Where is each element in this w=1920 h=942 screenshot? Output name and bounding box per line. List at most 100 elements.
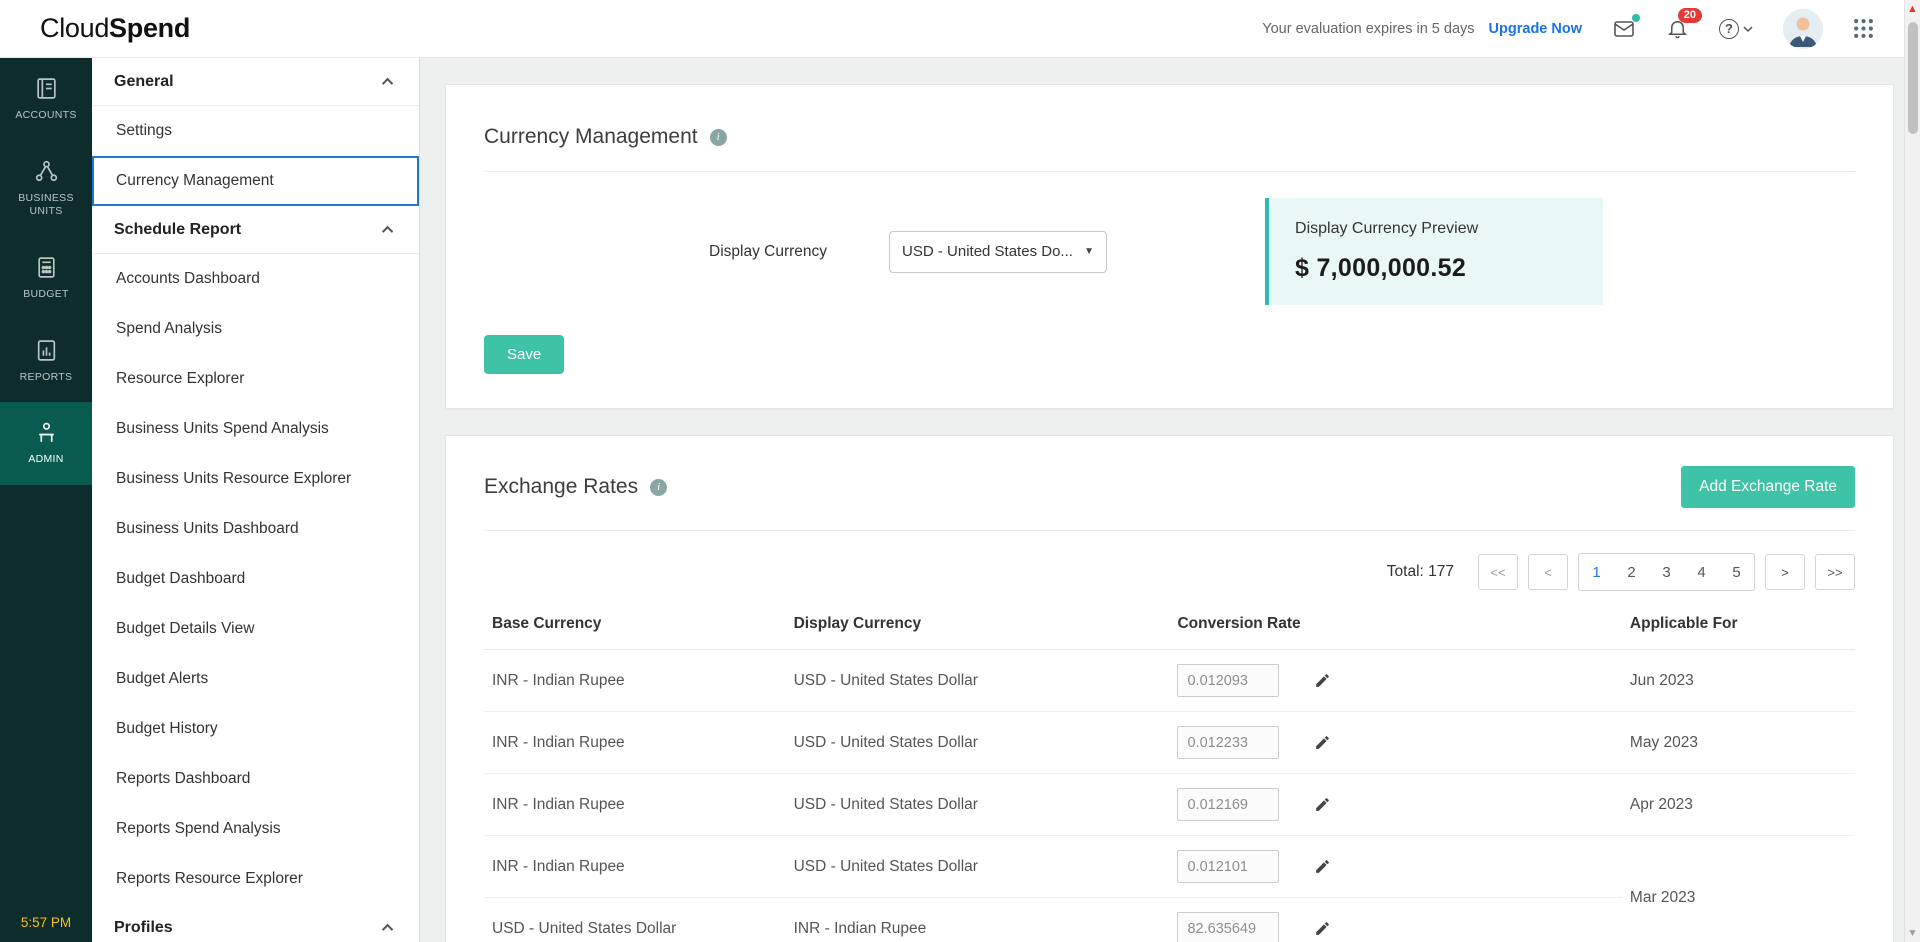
feedback-mail-button[interactable] xyxy=(1612,17,1636,41)
add-exchange-rate-button[interactable]: Add Exchange Rate xyxy=(1681,466,1855,508)
display-currency-cell: USD - United States Dollar xyxy=(786,774,1170,836)
page-scrollbar: ▲ ▼ xyxy=(1904,0,1920,942)
section-label: Schedule Report xyxy=(114,221,241,239)
sidebar-item-resource-explorer[interactable]: Resource Explorer xyxy=(92,354,419,404)
sidebar-item-budget-details-view[interactable]: Budget Details View xyxy=(92,604,419,654)
rail-item-reports[interactable]: REPORTS xyxy=(0,320,92,403)
rail-label: BUSINESS UNITS xyxy=(4,192,88,219)
conversion-rate-input[interactable] xyxy=(1177,912,1279,942)
logo-part-spend: Spend xyxy=(109,13,190,43)
pagination-page-5[interactable]: 5 xyxy=(1719,554,1754,590)
display-currency-cell: USD - United States Dollar xyxy=(786,836,1170,898)
app-logo: CloudSpend xyxy=(40,13,190,44)
save-button[interactable]: Save xyxy=(484,335,564,374)
scrollbar-up-arrow[interactable]: ▲ xyxy=(1907,0,1918,18)
logo-part-cloud: Cloud xyxy=(40,13,109,43)
chevron-up-icon xyxy=(382,78,393,89)
chevron-up-icon xyxy=(382,924,393,935)
display-currency-value: USD - United States Do... xyxy=(902,243,1073,260)
rail-item-accounts[interactable]: ACCOUNTS xyxy=(0,58,92,141)
applicable-for-cell: May 2023 xyxy=(1622,712,1855,774)
base-currency-cell: INR - Indian Rupee xyxy=(484,650,786,712)
pagination-page-3[interactable]: 3 xyxy=(1649,554,1684,590)
rail-label: ADMIN xyxy=(28,453,63,467)
admin-icon xyxy=(34,420,59,445)
pagination: Total: 177 << < 1 2 3 4 5 > >> xyxy=(484,553,1855,591)
exchange-rates-card: Exchange Rates i Add Exchange Rate Total… xyxy=(445,435,1894,942)
sidebar-item-settings[interactable]: Settings xyxy=(92,106,419,156)
scrollbar-down-arrow[interactable]: ▼ xyxy=(1908,928,1918,939)
upgrade-now-link[interactable]: Upgrade Now xyxy=(1489,21,1582,37)
sidebar-item-budget-dashboard[interactable]: Budget Dashboard xyxy=(92,554,419,604)
conversion-rate-input[interactable] xyxy=(1177,850,1279,883)
apps-grid-button[interactable] xyxy=(1853,18,1874,39)
rail-item-budget[interactable]: BUDGET xyxy=(0,237,92,320)
display-currency-label: Display Currency xyxy=(709,243,827,261)
conversion-rate-input[interactable] xyxy=(1177,788,1279,821)
edit-icon[interactable] xyxy=(1314,672,1331,689)
pagination-page-4[interactable]: 4 xyxy=(1684,554,1719,590)
help-menu-button[interactable]: ? xyxy=(1719,19,1753,39)
info-icon[interactable]: i xyxy=(710,129,727,146)
sidebar-item-bu-resource-explorer[interactable]: Business Units Resource Explorer xyxy=(92,454,419,504)
rail-item-admin[interactable]: ADMIN xyxy=(0,402,92,485)
display-currency-select[interactable]: USD - United States Do... ▼ xyxy=(889,231,1107,273)
chevron-down-icon: ▼ xyxy=(1084,246,1094,257)
pagination-first-button[interactable]: << xyxy=(1478,554,1518,590)
column-header-display-currency: Display Currency xyxy=(786,599,1170,650)
sidebar-item-reports-spend-analysis[interactable]: Reports Spend Analysis xyxy=(92,804,419,854)
rail-item-business-units[interactable]: BUSINESS UNITS xyxy=(0,141,92,237)
pagination-page-1[interactable]: 1 xyxy=(1579,554,1614,590)
rail-label: BUDGET xyxy=(23,288,69,302)
main-content: Currency Management i Display Currency U… xyxy=(420,58,1920,942)
edit-icon[interactable] xyxy=(1314,858,1331,875)
preview-value: $ 7,000,000.52 xyxy=(1295,254,1577,283)
base-currency-cell: INR - Indian Rupee xyxy=(484,774,786,836)
sidebar-item-reports-dashboard[interactable]: Reports Dashboard xyxy=(92,754,419,804)
total-count-label: Total: 177 xyxy=(1387,563,1454,581)
base-currency-cell: INR - Indian Rupee xyxy=(484,712,786,774)
sidebar-item-budget-alerts[interactable]: Budget Alerts xyxy=(92,654,419,704)
display-currency-preview: Display Currency Preview $ 7,000,000.52 xyxy=(1265,198,1603,305)
rail-label: ACCOUNTS xyxy=(15,109,76,123)
apps-grid-icon xyxy=(1853,18,1874,39)
table-row: INR - Indian Rupee USD - United States D… xyxy=(484,712,1855,774)
conversion-rate-input[interactable] xyxy=(1177,726,1279,759)
table-row: INR - Indian Rupee USD - United States D… xyxy=(484,836,1855,898)
user-avatar[interactable] xyxy=(1783,9,1823,49)
sidebar-item-bu-spend-analysis[interactable]: Business Units Spend Analysis xyxy=(92,404,419,454)
column-header-applicable-for: Applicable For xyxy=(1622,599,1855,650)
column-header-conversion-rate: Conversion Rate xyxy=(1169,599,1621,650)
chevron-up-icon xyxy=(382,226,393,237)
section-general[interactable]: General xyxy=(92,58,419,106)
scrollbar-thumb[interactable] xyxy=(1908,22,1918,134)
currency-management-card: Currency Management i Display Currency U… xyxy=(445,84,1894,409)
section-schedule-report[interactable]: Schedule Report xyxy=(92,206,419,254)
pagination-next-button[interactable]: > xyxy=(1765,554,1805,590)
edit-icon[interactable] xyxy=(1314,734,1331,751)
pagination-last-button[interactable]: >> xyxy=(1815,554,1855,590)
edit-icon[interactable] xyxy=(1314,920,1331,937)
pagination-pages: 1 2 3 4 5 xyxy=(1578,553,1755,591)
exchange-rates-title: Exchange Rates xyxy=(484,475,638,499)
sidebar-item-budget-history[interactable]: Budget History xyxy=(92,704,419,754)
edit-icon[interactable] xyxy=(1314,796,1331,813)
divider xyxy=(484,530,1855,531)
pagination-page-2[interactable]: 2 xyxy=(1614,554,1649,590)
table-row: INR - Indian Rupee USD - United States D… xyxy=(484,650,1855,712)
applicable-for-cell: Apr 2023 xyxy=(1622,774,1855,836)
column-header-base-currency: Base Currency xyxy=(484,599,786,650)
conversion-rate-input[interactable] xyxy=(1177,664,1279,697)
sidebar-item-spend-analysis[interactable]: Spend Analysis xyxy=(92,304,419,354)
exchange-rates-table: Base Currency Display Currency Conversio… xyxy=(484,599,1855,942)
sidebar-item-reports-resource-explorer[interactable]: Reports Resource Explorer xyxy=(92,854,419,904)
pagination-prev-button[interactable]: < xyxy=(1528,554,1568,590)
section-profiles[interactable]: Profiles xyxy=(92,904,419,942)
notifications-button[interactable]: 20 xyxy=(1666,17,1689,40)
sidebar-item-accounts-dashboard[interactable]: Accounts Dashboard xyxy=(92,254,419,304)
info-icon[interactable]: i xyxy=(650,479,667,496)
base-currency-cell: INR - Indian Rupee xyxy=(484,836,786,898)
sidebar-item-bu-dashboard[interactable]: Business Units Dashboard xyxy=(92,504,419,554)
sidebar-item-currency-management[interactable]: Currency Management xyxy=(92,156,419,206)
base-currency-cell: USD - United States Dollar xyxy=(484,898,786,942)
